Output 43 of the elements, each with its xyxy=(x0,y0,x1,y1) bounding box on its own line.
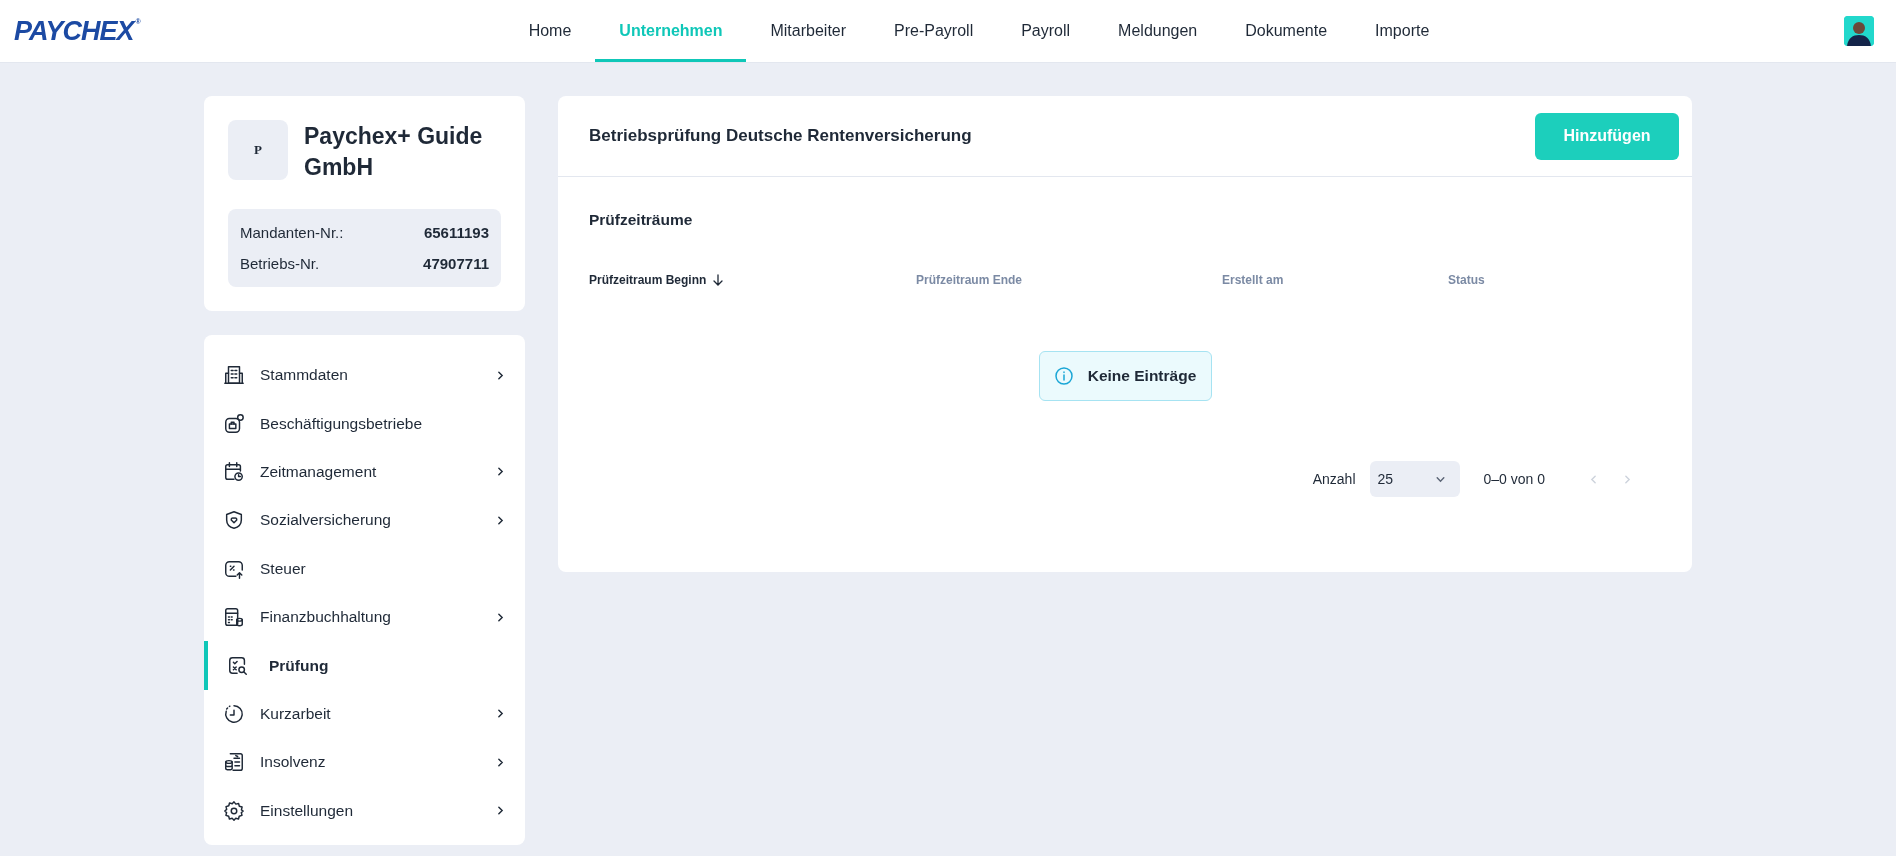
column-header[interactable]: Erstellt am xyxy=(1222,273,1284,287)
search-document-icon xyxy=(227,654,249,677)
nav-tab[interactable]: Dokumente xyxy=(1221,0,1352,62)
page-size-label: Anzahl xyxy=(1312,471,1356,487)
company-initial: P xyxy=(228,120,288,180)
nav-tab[interactable]: Mitarbeiter xyxy=(746,0,871,62)
sidebar-item[interactable]: Finanzbuchhaltung xyxy=(204,592,525,642)
building-icon xyxy=(223,364,245,387)
timer-icon xyxy=(223,702,245,725)
nav-tab[interactable]: Payroll xyxy=(997,0,1095,62)
fact-label: Mandanten-Nr.: xyxy=(240,223,344,243)
sidebar-item[interactable]: Stammdaten xyxy=(204,351,525,400)
shield-icon xyxy=(223,509,245,532)
fact-value: 47907711 xyxy=(423,254,489,274)
panel-title: Betriebsprüfung Deutsche Rentenversicherung xyxy=(589,126,972,146)
avatar[interactable] xyxy=(1844,16,1874,46)
nav-tab[interactable]: Importe xyxy=(1351,0,1454,62)
sidebar-item[interactable]: Zeitmanagement xyxy=(204,447,525,497)
calculator-icon xyxy=(223,606,245,629)
nav-tab[interactable]: Meldungen xyxy=(1094,0,1222,62)
company-name: Paychex+ Guide GmbH xyxy=(304,122,484,182)
nav-tab[interactable]: Pre-Payroll xyxy=(870,0,998,62)
sidebar-item[interactable]: Beschäftigungsbetriebe xyxy=(204,399,525,448)
fact-label: Betriebs-Nr. xyxy=(240,254,320,274)
section-title: Prüfzeiträume xyxy=(589,211,694,229)
empty-message: Keine Einträge xyxy=(1087,367,1197,385)
gear-icon xyxy=(223,799,245,822)
column-header[interactable]: Prüfzeitraum Beginn xyxy=(589,273,707,287)
sort-down-icon[interactable] xyxy=(712,274,725,286)
sidebar-item[interactable]: Sozialversicherung xyxy=(204,496,525,545)
page-size-select[interactable]: 25 xyxy=(1369,461,1460,497)
ledger-icon xyxy=(223,751,245,774)
briefcase-pin-icon xyxy=(223,412,245,435)
fact-value: 65611193 xyxy=(423,223,489,243)
info-icon xyxy=(1053,366,1074,386)
sidebar-item[interactable]: Einstellungen xyxy=(204,786,525,835)
sidebar-item[interactable]: Prüfung xyxy=(204,641,525,690)
calendar-clock-icon xyxy=(223,460,245,483)
sidebar-item[interactable]: Kurzarbeit xyxy=(204,689,525,739)
nav-tab[interactable]: Home xyxy=(504,0,596,62)
page-range: 0–0 von 0 xyxy=(1483,471,1545,487)
sidebar-item[interactable]: Steuer xyxy=(204,544,525,593)
sidebar-item[interactable]: Insolvenz xyxy=(204,738,525,787)
